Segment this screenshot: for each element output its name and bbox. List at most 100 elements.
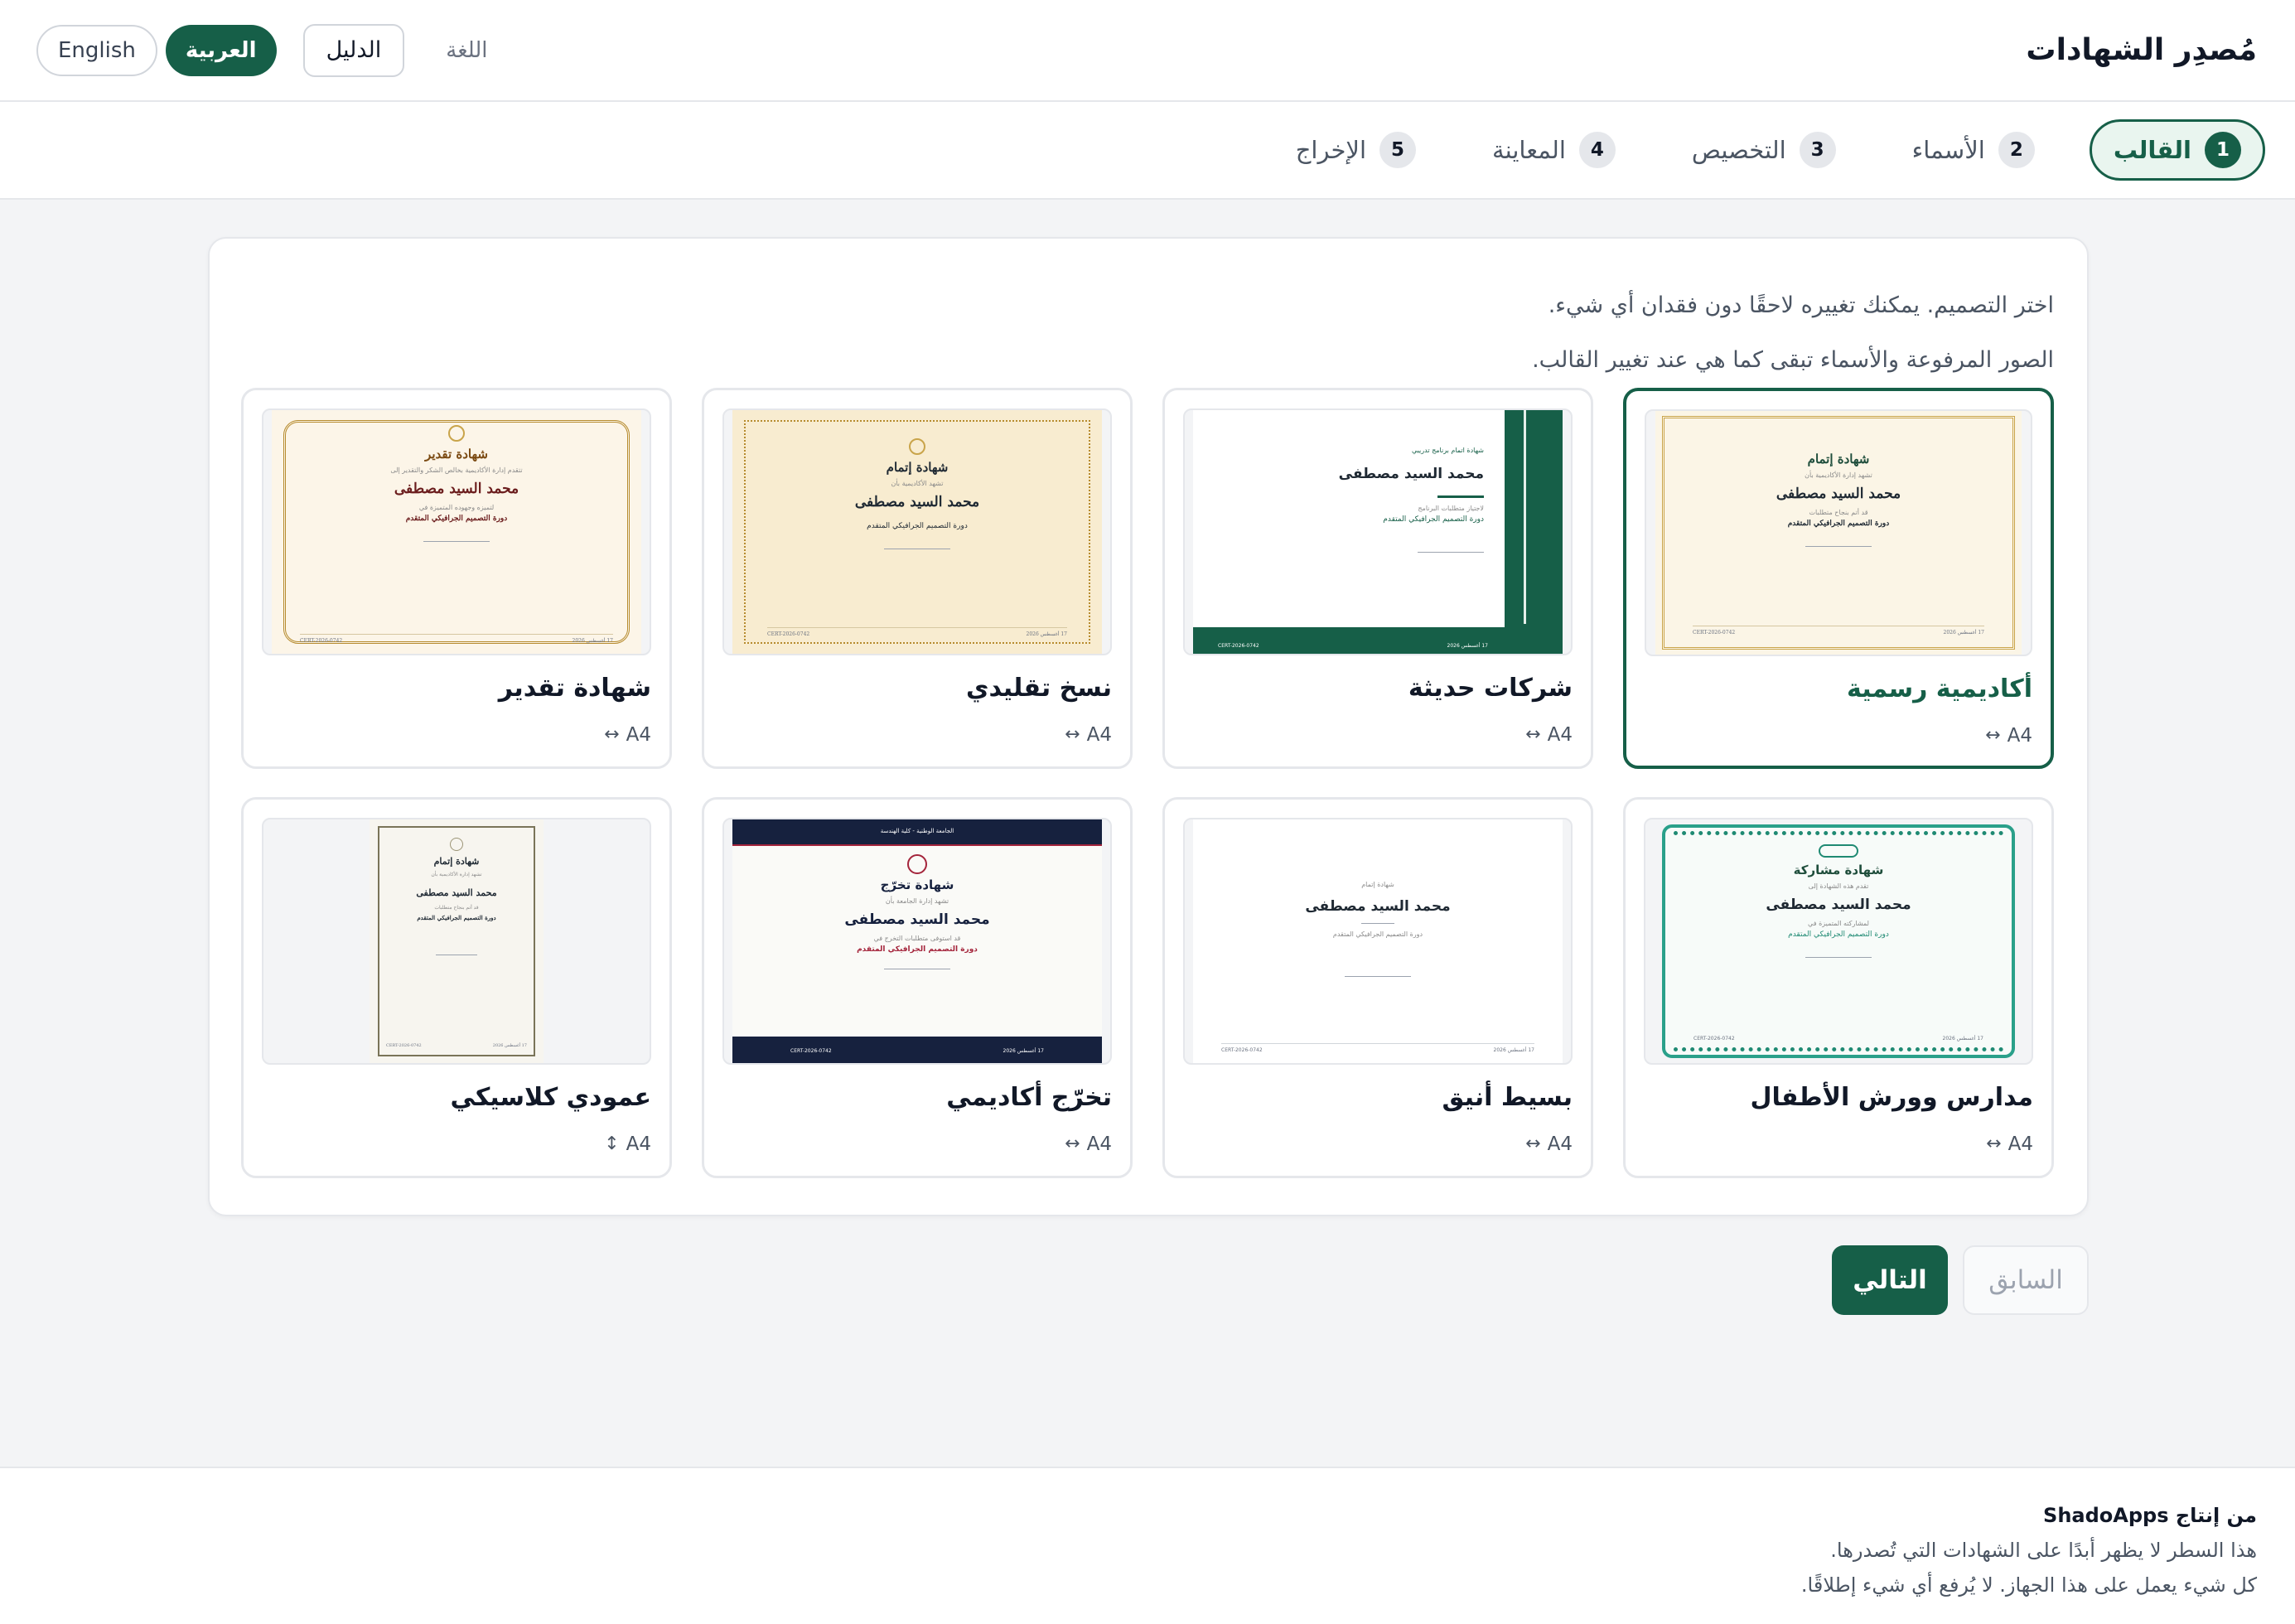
cert-recipient-name: محمد السيد مصطفى — [1338, 466, 1484, 482]
cert-title: شهادة مشاركة — [1793, 863, 1884, 877]
template-meta: A4 ↔ — [262, 724, 651, 746]
template-thumbnail: شهادة اتمام برنامج تدريبي محمد السيد مصط… — [1183, 408, 1573, 655]
cert-title: شهادة إتمام — [1807, 452, 1870, 466]
cert-date: 17 أغسطس 2026 — [492, 1043, 527, 1048]
cert-header-band: الجامعة الوطنية - كلية الهندسة — [732, 819, 1102, 846]
cert-ornamental-border — [283, 420, 630, 644]
cert-dot-row-top — [1674, 831, 2003, 835]
template-name: تخرّج أكاديمي — [946, 1083, 1112, 1112]
template-card-appreciation[interactable]: شهادة تقدير تتقدم إدارة الأكاديمية بخالص… — [241, 388, 672, 769]
cert-badge — [1819, 844, 1858, 858]
cert-date: 17 أغسطس 2026 — [1003, 1047, 1044, 1054]
cert-seal — [907, 854, 927, 874]
template-name: أكاديمية رسمية — [1847, 674, 2032, 703]
template-name: عمودي كلاسيكي — [450, 1083, 651, 1112]
template-card-academic-formal[interactable]: شهادة إتمام تشهد إدارة الأكاديمية بأن مح… — [1623, 388, 2054, 769]
certificate-preview: شهادة مشاركة تقدم هذه الشهادة إلى محمد ا… — [1662, 824, 2015, 1058]
certificate-preview: الجامعة الوطنية - كلية الهندسة شهادة تخر… — [732, 819, 1102, 1063]
template-size: A4 — [626, 1133, 651, 1155]
cert-side-band-line — [1524, 410, 1526, 624]
certificate-preview: شهادة إتمام محمد السيد مصطفى دورة التصمي… — [1193, 819, 1563, 1063]
step-preview[interactable]: 4 المعاينة — [1471, 119, 1637, 181]
template-meta: A4 ↔ — [722, 1133, 1112, 1155]
landscape-icon: ↔ — [1065, 724, 1080, 745]
template-card-modern-corporate[interactable]: شهادة اتمام برنامج تدريبي محمد السيد مصط… — [1162, 388, 1593, 769]
cert-dot-row-bottom — [1674, 1047, 2003, 1051]
language-arabic-button[interactable]: العربية — [165, 24, 277, 76]
template-meta: A4 ↔ — [1183, 1133, 1573, 1155]
step-label: التخصيص — [1691, 136, 1786, 164]
wizard-stepper: 1 القالب 2 الأسماء 3 التخصيص 4 المعاينة … — [0, 102, 2295, 200]
cert-footer: 17 أغسطس 2026 CERT-2026-0742 — [1693, 1032, 1983, 1042]
template-thumbnail: شهادة إتمام تشهد إدارة الأكاديمية بأن مح… — [1645, 409, 2032, 656]
cert-course: دورة التصميم الجرافيكي المتقدم — [857, 945, 978, 954]
cert-subtitle: تشهد إدارة الأكاديمية بأن — [1805, 471, 1872, 479]
footer-note-2: كل شيء يعمل على هذا الجهاز. لا يُرفع أي … — [1800, 1573, 2257, 1597]
template-meta: A4 ↕ — [262, 1133, 651, 1155]
cert-serial: CERT-2026-0742 — [1221, 1047, 1263, 1053]
next-button[interactable]: التالي — [1832, 1245, 1948, 1315]
cert-date: 17 أغسطس 2026 — [1943, 630, 1984, 636]
cert-ornamental-border — [378, 826, 535, 1056]
landscape-icon: ↔ — [1525, 724, 1541, 745]
step-customize[interactable]: 3 التخصيص — [1670, 119, 1858, 181]
cert-footer: 17 أغسطس 2026 CERT-2026-0742 — [1218, 643, 1488, 649]
template-size: A4 — [2008, 1133, 2033, 1155]
template-size: A4 — [626, 724, 651, 746]
template-card-classic-portrait[interactable]: شهادة إتمام تشهد إدارة الأكاديمية بأن مح… — [241, 797, 672, 1178]
template-size: A4 — [1547, 1133, 1573, 1155]
cert-text: قد أتم بنجاح متطلبات — [1809, 509, 1868, 516]
template-grid: شهادة إتمام تشهد إدارة الأكاديمية بأن مح… — [239, 388, 2054, 1178]
template-meta: A4 ↔ — [1644, 1133, 2033, 1155]
guide-button[interactable]: الدليل — [302, 23, 405, 77]
header-controls: اللغة الدليل العربية English — [36, 23, 488, 77]
template-card-traditional-naskh[interactable]: شهادة إتمام تشهد الأكاديمية بأن محمد الس… — [702, 388, 1133, 769]
cert-course: دورة التصميم الجرافيكي المتقدم — [1787, 520, 1890, 528]
step-export[interactable]: 5 الإخراج — [1274, 119, 1437, 181]
step-template[interactable]: 1 القالب — [2089, 119, 2265, 181]
app-header: مُصدِر الشهادات اللغة الدليل العربية Eng… — [0, 0, 2295, 102]
template-card-simple-elegant[interactable]: شهادة إتمام محمد السيد مصطفى دورة التصمي… — [1162, 797, 1593, 1178]
certificate-preview: شهادة تقدير تتقدم إدارة الأكاديمية بخالص… — [272, 410, 641, 654]
footer-brand: من إنتاج ShadoApps — [2043, 1504, 2257, 1527]
cert-date: 17 أغسطس 2026 — [1942, 1036, 1983, 1042]
app-footer: من إنتاج ShadoApps هذا السطر لا يظهر أبد… — [0, 1467, 2295, 1624]
cert-signature-line — [1418, 552, 1484, 553]
previous-button[interactable]: السابق — [1963, 1245, 2089, 1315]
cert-text: لاجتياز متطلبات البرنامج — [1418, 505, 1484, 512]
cert-date: 17 أغسطس 2026 — [572, 638, 613, 644]
cert-divider — [1361, 923, 1394, 924]
template-thumbnail: شهادة مشاركة تقدم هذه الشهادة إلى محمد ا… — [1644, 818, 2033, 1065]
template-card-academic-graduation[interactable]: الجامعة الوطنية - كلية الهندسة شهادة تخر… — [702, 797, 1133, 1178]
cert-date: 17 أغسطس 2026 — [1493, 1047, 1534, 1053]
template-name: شهادة تقدير — [498, 674, 651, 703]
step-number: 3 — [1799, 132, 1836, 168]
cert-subtitle: تقدم هذه الشهادة إلى — [1808, 882, 1869, 890]
cert-recipient-name: محمد السيد مصطفى — [1766, 897, 1911, 913]
intro-line-1: اختر التصميم. يمكنك تغييره لاحقًا دون فق… — [1548, 292, 2054, 318]
cert-serial: CERT-2026-0742 — [1218, 643, 1259, 649]
template-thumbnail: شهادة إتمام تشهد إدارة الأكاديمية بأن مح… — [262, 818, 651, 1065]
cert-text: لمشاركته المتميزة في — [1808, 920, 1869, 927]
step-number: 1 — [2205, 132, 2241, 168]
template-card-kids-schools[interactable]: شهادة مشاركة تقدم هذه الشهادة إلى محمد ا… — [1623, 797, 2054, 1178]
cert-bottom-band — [1193, 627, 1563, 654]
language-english-button[interactable]: English — [36, 24, 157, 76]
cert-footer: 17 أغسطس 2026 CERT-2026-0742 — [1221, 1043, 1534, 1053]
template-name: مدارس وورش الأطفال — [1750, 1083, 2033, 1112]
template-size: A4 — [1086, 1133, 1112, 1155]
intro-text: اختر التصميم. يمكنك تغييره لاحقًا دون فق… — [1532, 278, 2054, 388]
cert-serial: CERT-2026-0742 — [300, 638, 343, 644]
template-meta: A4 ↔ — [1183, 724, 1573, 746]
intro-line-2: الصور المرفوعة والأسماء تبقى كما هي عند … — [1532, 347, 2054, 373]
cert-title: شهادة تخرّج — [880, 877, 954, 892]
step-number: 2 — [1998, 132, 2035, 168]
cert-serial: CERT-2026-0742 — [767, 631, 810, 637]
language-switcher: العربية English — [36, 24, 277, 76]
cert-title: شهادة اتمام برنامج تدريبي — [1411, 447, 1484, 454]
cert-date: 17 أغسطس 2026 — [1447, 643, 1488, 649]
step-label: المعاينة — [1492, 136, 1566, 164]
cert-recipient-name: محمد السيد مصطفى — [844, 911, 990, 928]
certificate-preview: شهادة إتمام تشهد إدارة الأكاديمية بأن مح… — [370, 819, 544, 1063]
step-names[interactable]: 2 الأسماء — [1891, 119, 2056, 181]
